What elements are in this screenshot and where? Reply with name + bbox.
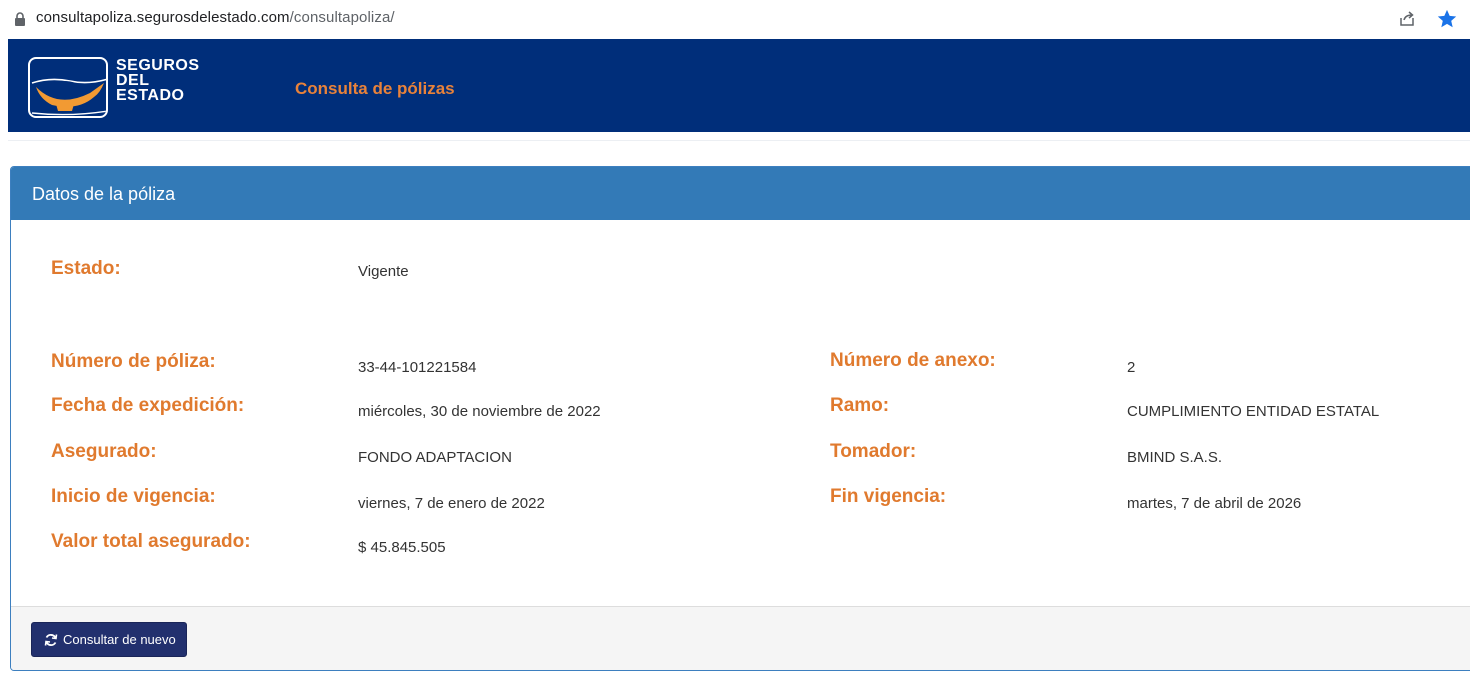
estado-label: Estado: [51, 258, 121, 279]
tomador-label: Tomador: [830, 441, 917, 462]
logo-line-2: DEL [116, 72, 150, 89]
refresh-icon [44, 633, 58, 646]
ramo-value: CUMPLIMIENTO ENTIDAD ESTATAL [1127, 403, 1380, 420]
numero-anexo-label: Número de anexo: [830, 350, 996, 371]
logo-wordmark: SEGUROS DEL ESTADO [116, 57, 200, 104]
logo-line-3: ESTADO [116, 87, 185, 104]
url-text[interactable]: consultapoliza.segurosdelestado.com/cons… [36, 9, 395, 26]
seguros-del-estado-logo[interactable]: SEGUROS DEL ESTADO [28, 57, 238, 119]
inicio-vigencia-label: Inicio de vigencia: [51, 486, 216, 507]
numero-poliza-value: 33-44-101221584 [358, 359, 477, 376]
ramo-label: Ramo: [830, 395, 890, 416]
consultar-de-nuevo-label: Consultar de nuevo [63, 632, 176, 647]
url-host: consultapoliza.segurosdelestado.com [36, 9, 290, 26]
panel-title: Datos de la póliza [32, 184, 176, 204]
numero-poliza-label: Número de póliza: [51, 351, 216, 372]
lamp-logo-icon [28, 57, 108, 118]
fin-vigencia-label: Fin vigencia: [830, 486, 947, 507]
logo-line-1: SEGUROS [116, 57, 200, 74]
fin-vigencia-value: martes, 7 de abril de 2026 [1127, 495, 1302, 512]
lock-icon [15, 12, 25, 26]
panel-body: Estado: Vigente Número de póliza: 33-44-… [11, 220, 1470, 606]
numero-anexo-value: 2 [1127, 359, 1136, 376]
star-icon[interactable] [1436, 8, 1458, 30]
consultar-de-nuevo-button[interactable]: Consultar de nuevo [31, 622, 187, 657]
inicio-vigencia-value: viernes, 7 de enero de 2022 [358, 495, 545, 512]
asegurado-label: Asegurado: [51, 441, 157, 462]
fecha-expedicion-value: miércoles, 30 de noviembre de 2022 [358, 403, 601, 420]
browser-address-bar[interactable]: consultapoliza.segurosdelestado.com/cons… [0, 0, 1470, 38]
valor-asegurado-label: Valor total asegurado: [51, 531, 251, 552]
share-icon[interactable] [1398, 10, 1416, 28]
valor-asegurado-value: $ 45.845.505 [358, 539, 446, 556]
url-path: /consultapoliza/ [289, 9, 395, 26]
fecha-expedicion-label: Fecha de expedición: [51, 395, 245, 416]
site-header: SEGUROS DEL ESTADO Consulta de pólizas [8, 39, 1470, 132]
panel-heading: Datos de la póliza [11, 167, 1470, 220]
header-divider [8, 140, 1470, 141]
policy-panel: Datos de la póliza Estado: Vigente Númer… [10, 166, 1470, 671]
nav-consulta-polizas[interactable]: Consulta de pólizas [295, 79, 455, 99]
estado-value: Vigente [358, 263, 409, 280]
asegurado-value: FONDO ADAPTACION [358, 449, 512, 466]
tomador-value: BMIND S.A.S. [1127, 449, 1223, 466]
panel-footer: Consultar de nuevo [11, 606, 1470, 670]
